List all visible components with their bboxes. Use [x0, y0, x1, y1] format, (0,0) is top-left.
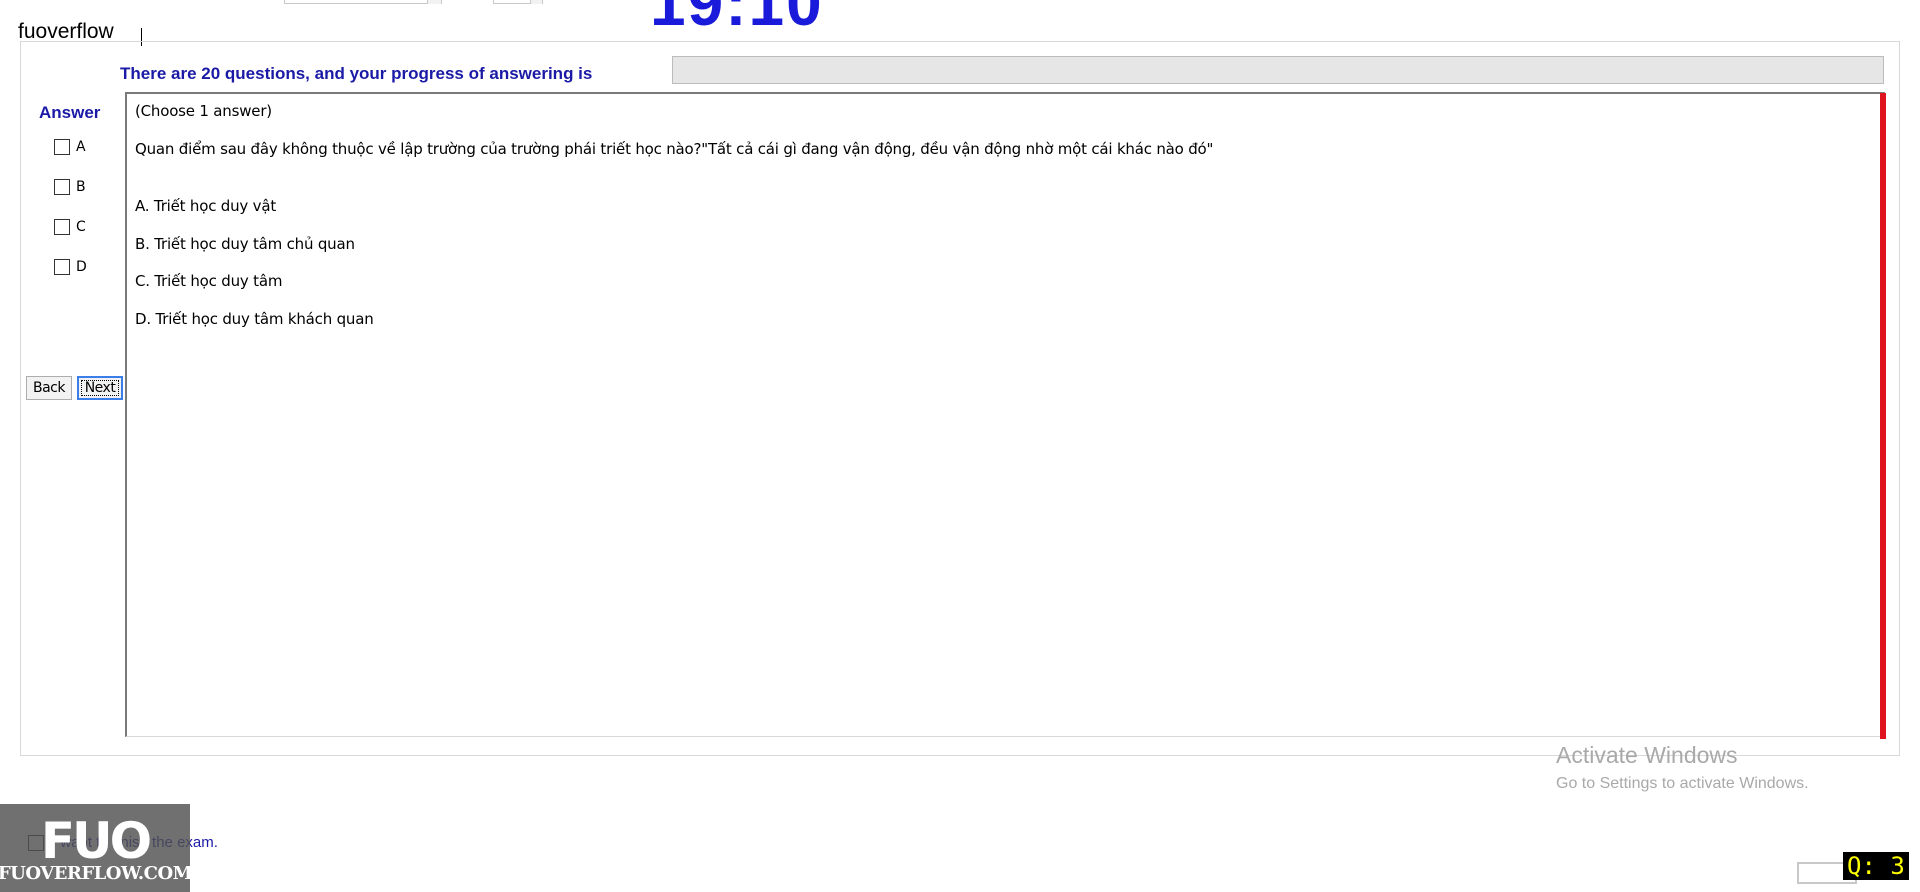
chevron-down-icon — [530, 0, 542, 4]
answer-option-b[interactable]: B — [54, 178, 86, 196]
back-button[interactable]: Back — [26, 376, 72, 400]
progress-label: There are 20 questions, and your progres… — [120, 64, 593, 83]
answer-panel-title: Answer — [39, 103, 101, 122]
countdown-timer: 19:10 — [650, 0, 824, 39]
choice-c: C. Triết học duy tâm — [135, 272, 283, 290]
font-size-dropdown[interactable] — [493, 0, 543, 4]
choice-b: B. Triết học duy tâm chủ quan — [135, 235, 355, 253]
question-box[interactable] — [125, 92, 1885, 737]
answer-option-a[interactable]: A — [54, 138, 86, 156]
question-counter: Q: 3 — [1843, 852, 1909, 880]
activate-windows-watermark: Activate Windows Go to Settings to activ… — [1556, 742, 1809, 793]
logo-mark: FUO — [40, 812, 152, 870]
answer-option-label: B — [76, 179, 86, 195]
watermark-subtitle: Go to Settings to activate Windows. — [1556, 775, 1809, 792]
choice-a: A. Triết học duy vật — [135, 197, 277, 215]
fuoverflow-logo: FUO FUOVERFLOW.COM — [0, 804, 193, 892]
logo-text: FUOVERFLOW.COM — [0, 863, 193, 884]
question-text: Quan điểm sau đây không thuộc về lập trư… — [135, 140, 1214, 158]
question-instruction: (Choose 1 answer) — [135, 102, 272, 120]
choice-d: D. Triết học duy tâm khách quan — [135, 310, 374, 328]
watermark-title: Activate Windows — [1556, 742, 1738, 768]
next-button[interactable]: Next — [77, 376, 123, 400]
progress-bar — [672, 56, 1884, 84]
answer-checkbox-a[interactable] — [54, 139, 70, 155]
answer-option-d[interactable]: D — [54, 258, 87, 276]
answer-checkbox-c[interactable] — [54, 219, 70, 235]
answer-checkbox-d[interactable] — [54, 259, 70, 275]
answer-checkbox-b[interactable] — [54, 179, 70, 195]
answer-option-label: C — [76, 219, 86, 235]
answer-option-label: A — [76, 139, 86, 155]
chevron-down-icon — [427, 0, 441, 4]
exam-code-dropdown[interactable] — [284, 0, 442, 4]
answer-option-label: D — [76, 259, 87, 275]
answer-option-c[interactable]: C — [54, 218, 86, 236]
question-box-accent-bar — [1880, 93, 1886, 739]
